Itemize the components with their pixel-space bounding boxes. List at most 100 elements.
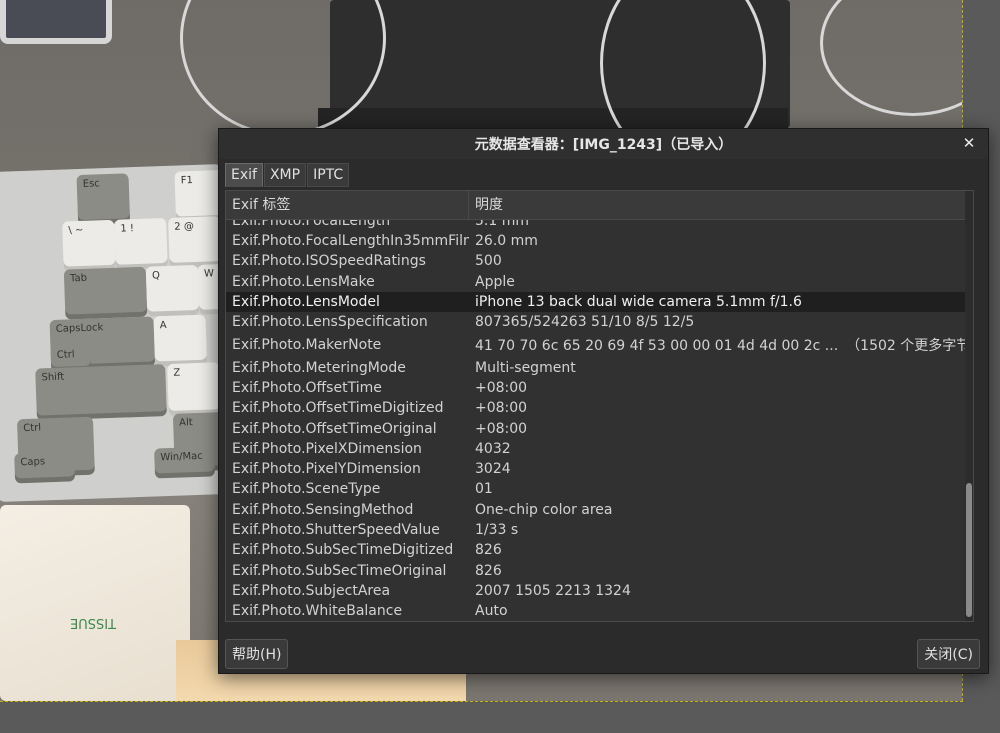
background-key: Esc [76, 173, 131, 226]
canvas-border-bottom [0, 701, 963, 703]
value-cell: +08:00 [469, 400, 965, 416]
table-row[interactable]: Exif.Photo.LensModel iPhone 13 back dual … [226, 291, 965, 313]
table-row[interactable]: Exif.Photo.OffsetTimeDigitized +08:00 [226, 398, 965, 418]
value-cell: +08:00 [469, 421, 965, 437]
tag-cell: Exif.Photo.LensModel [232, 294, 380, 311]
table-header: Exif 标签 明度 [226, 191, 965, 220]
background-key: 1 ! [114, 217, 168, 270]
value-cell: 26.0 mm [469, 233, 965, 249]
background-key: Caps [14, 451, 76, 484]
value-cell: 807365/524263 51/10 8/5 12/5 [469, 314, 965, 330]
tag-cell: Exif.Photo.FocalLength [232, 220, 391, 230]
tag-cell: Exif.Photo.SceneType [232, 481, 381, 498]
table-row[interactable]: Exif.Photo.LensMake Apple [226, 272, 965, 292]
table-row[interactable]: Exif.Photo.LensSpecification 807365/52426… [226, 312, 965, 332]
tab-bar: Exif XMP IPTC [225, 163, 350, 187]
table-body: Exif.Photo.FocalLength 5.1 mm Exif.Photo… [226, 220, 965, 620]
more-bytes-note: （1502 个更多字节） [846, 337, 965, 354]
tag-cell: Exif.Photo.OffsetTimeDigitized [232, 400, 444, 417]
background-key: Win/Mac [154, 446, 216, 479]
tag-cell: Exif.Photo.OffsetTimeOriginal [232, 420, 437, 437]
column-header-value[interactable]: 明度 [469, 191, 965, 219]
tab-exif[interactable]: Exif [225, 163, 263, 187]
value-cell: 1/33 s [469, 522, 965, 538]
tab-iptc[interactable]: IPTC [307, 163, 350, 187]
table-row[interactable]: Exif.Photo.PixelXDimension 4032 [226, 439, 965, 459]
tag-cell: Exif.Photo.MakerNote [232, 336, 382, 353]
value-text: 41 70 70 6c 65 20 69 4f 53 00 00 01 4d 4… [475, 337, 839, 354]
value-text: Apple [475, 273, 515, 290]
vertical-scrollbar[interactable] [965, 191, 973, 621]
table-row[interactable]: Exif.Photo.WhiteBalance Auto [226, 601, 965, 620]
metadata-viewer-dialog: 元数据查看器：[IMG_1243]（已导入） ✕ Exif XMP IPTC E… [218, 128, 989, 674]
value-text: 3024 [475, 461, 511, 478]
value-text: 826 [475, 562, 502, 579]
value-text: iPhone 13 back dual wide camera 5.1mm f/… [475, 294, 802, 311]
table-row[interactable]: Exif.Photo.MakerNote 41 70 70 6c 65 20 69… [226, 332, 965, 357]
value-cell: 826 [469, 563, 965, 579]
tag-cell: Exif.Photo.LensSpecification [232, 314, 428, 331]
background-key: \ ~ [62, 219, 116, 272]
value-cell: Apple [469, 274, 965, 290]
background-key: Z [167, 362, 221, 416]
value-text: 2007 1505 2213 1324 [475, 582, 631, 599]
value-text: 500 [475, 253, 502, 270]
value-text: 4032 [475, 440, 511, 457]
close-button[interactable]: 关闭(C) [917, 639, 980, 669]
value-cell: Auto [469, 603, 965, 619]
tag-cell: Exif.Photo.LensMake [232, 273, 375, 290]
column-header-tag[interactable]: Exif 标签 [226, 191, 469, 219]
tag-cell: Exif.Photo.PixelYDimension [232, 461, 421, 478]
background-box [0, 0, 112, 44]
value-cell: 500 [469, 253, 965, 269]
table-row[interactable]: Exif.Photo.SensingMethod One-chip color a… [226, 500, 965, 520]
tag-cell: Exif.Photo.MeteringMode [232, 359, 406, 376]
tag-cell: Exif.Photo.SensingMethod [232, 501, 414, 518]
background-key: Tab [63, 266, 148, 320]
value-cell: 3024 [469, 461, 965, 477]
background-cable [820, 0, 962, 116]
tag-cell: Exif.Photo.OffsetTime [232, 379, 382, 396]
background-keyboard: Esc F1 \ ~ 1 ! 2 @ Tab Q W CapsLock A Ct… [0, 163, 240, 503]
dialog-titlebar[interactable]: 元数据查看器：[IMG_1243]（已导入） ✕ [219, 129, 988, 159]
value-cell: One-chip color area [469, 502, 965, 518]
tag-cell: Exif.Photo.ShutterSpeedValue [232, 522, 440, 538]
table-row[interactable]: Exif.Photo.MeteringMode Multi-segment [226, 357, 965, 377]
value-cell: 2007 1505 2213 1324 [469, 583, 965, 599]
table-row[interactable]: Exif.Photo.FocalLength 5.1 mm [226, 220, 965, 231]
value-text: +08:00 [475, 379, 528, 396]
table-row[interactable]: Exif.Photo.SubjectArea 2007 1505 2213 132… [226, 581, 965, 601]
table-row[interactable]: Exif.Photo.ShutterSpeedValue 1/33 s [226, 520, 965, 540]
value-text: 26.0 mm [475, 233, 538, 250]
tag-cell: Exif.Photo.WhiteBalance [232, 603, 403, 620]
tag-cell: Exif.Photo.FocalLengthIn35mmFilm [232, 233, 469, 250]
table-row[interactable]: Exif.Photo.FocalLengthIn35mmFilm 26.0 mm [226, 231, 965, 251]
table-row[interactable]: Exif.Photo.SubSecTimeOriginal 826 [226, 560, 965, 580]
value-text: +08:00 [475, 420, 528, 437]
value-cell: 5.1 mm [475, 220, 529, 230]
table-row[interactable]: Exif.Photo.OffsetTime +08:00 [226, 378, 965, 398]
close-icon[interactable]: ✕ [960, 134, 978, 152]
scrollbar-thumb[interactable] [966, 483, 972, 617]
tab-xmp[interactable]: XMP [263, 163, 307, 187]
value-text: +08:00 [475, 400, 528, 417]
value-cell: iPhone 13 back dual wide camera 5.1mm f/… [469, 294, 965, 310]
table-row[interactable]: Exif.Photo.OffsetTimeOriginal +08:00 [226, 418, 965, 438]
value-text: One-chip color area [475, 501, 613, 518]
table-row[interactable]: Exif.Photo.PixelYDimension 3024 [226, 459, 965, 479]
table-row[interactable]: Exif.Photo.ISOSpeedRatings 500 [226, 251, 965, 271]
background-key: Shift [35, 364, 167, 421]
value-cell: +08:00 [469, 380, 965, 396]
background-key: A [153, 314, 208, 367]
value-cell: 41 70 70 6c 65 20 69 4f 53 00 00 01 4d 4… [469, 335, 965, 355]
table-row[interactable]: Exif.Photo.SubSecTimeDigitized 826 [226, 540, 965, 560]
tag-cell: Exif.Photo.SubSecTimeOriginal [232, 562, 447, 579]
metadata-table: Exif 标签 明度 Exif.Photo.FocalLength 5.1 mm… [225, 190, 974, 622]
value-text: 1/33 s [475, 522, 519, 538]
help-button[interactable]: 帮助(H) [225, 639, 289, 669]
tag-cell: Exif.Photo.SubSecTimeDigitized [232, 542, 454, 559]
table-row[interactable]: Exif.Photo.SceneType 01 [226, 479, 965, 499]
background-key: Q [145, 264, 200, 317]
dialog-title: 元数据查看器：[IMG_1243]（已导入） [474, 137, 733, 153]
table-rows: Exif.Photo.FocalLengthIn35mmFilm 26.0 mm E… [226, 231, 965, 620]
